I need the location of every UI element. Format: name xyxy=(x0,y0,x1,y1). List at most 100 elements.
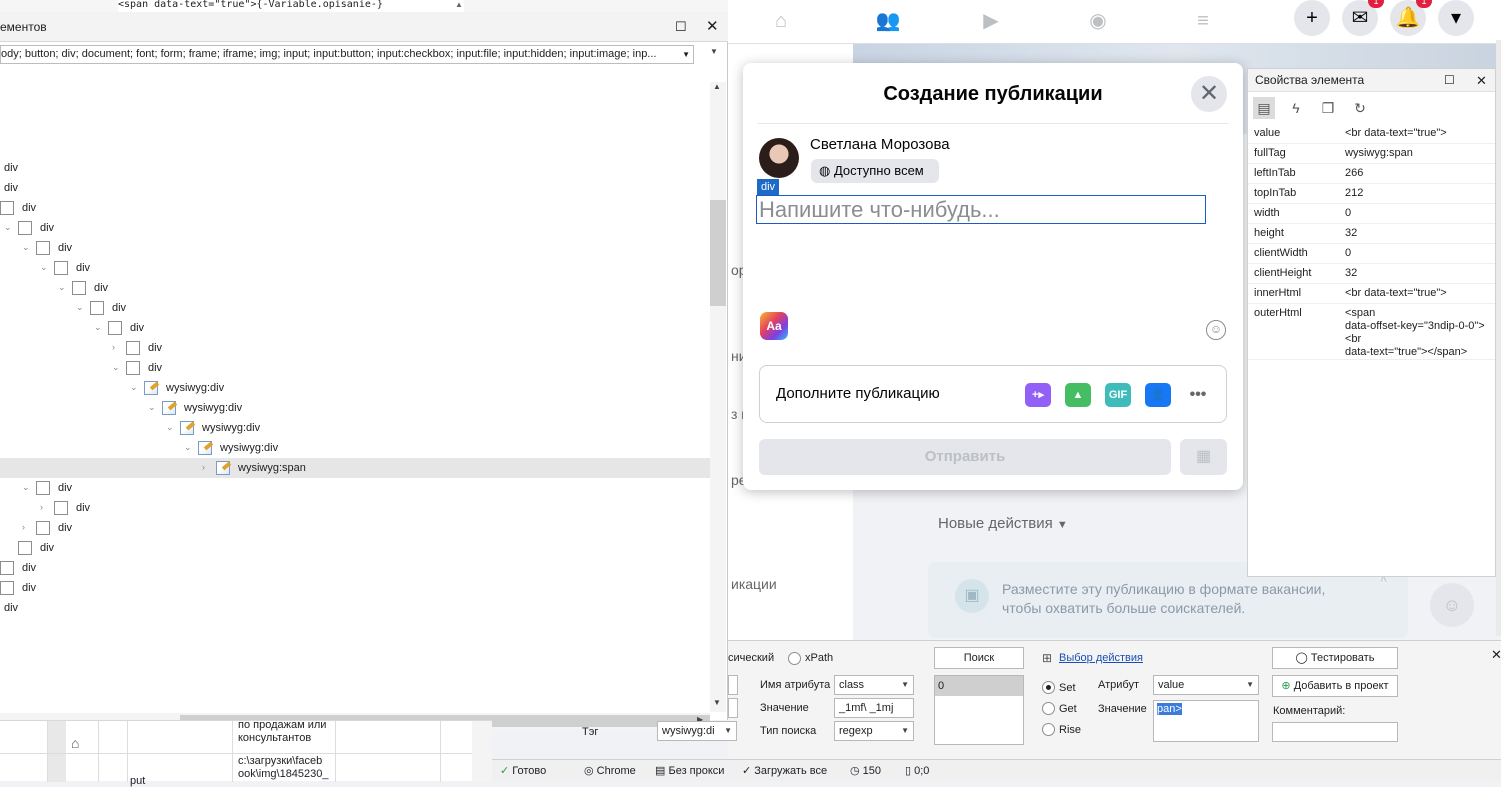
close-dialog-button[interactable]: ✕ xyxy=(1191,76,1227,112)
schedule-button[interactable]: ▦ xyxy=(1180,439,1227,475)
search-results-list[interactable]: 0 xyxy=(934,675,1024,745)
tag-select[interactable]: wysiwyg:di ▼ xyxy=(657,721,737,741)
properties-tab-icon[interactable]: ▤ xyxy=(1253,97,1275,119)
tree-node[interactable]: ⌄ wysiwyg:div xyxy=(0,438,710,458)
close-icon[interactable]: ✕ xyxy=(1491,647,1501,663)
maximize-icon[interactable]: ☐ xyxy=(675,12,687,42)
attr-name-select[interactable]: class ▼ xyxy=(834,675,914,695)
tree-node[interactable]: div xyxy=(0,198,710,218)
friends-icon[interactable]: 👥 xyxy=(873,6,903,36)
tree-node[interactable]: › div xyxy=(0,338,710,358)
refresh-icon[interactable]: ↻ xyxy=(1349,97,1371,119)
node-checkbox[interactable] xyxy=(54,261,68,275)
partial-select[interactable] xyxy=(728,675,738,695)
live-video-icon[interactable]: +▸ xyxy=(1025,383,1051,407)
post-text-input[interactable]: Напишите что-нибудь... xyxy=(756,195,1206,224)
search-button[interactable]: Поиск xyxy=(934,647,1024,669)
node-checkbox[interactable] xyxy=(36,241,50,255)
node-checkbox[interactable] xyxy=(126,361,140,375)
tree-node[interactable]: › div xyxy=(0,498,710,518)
expand-chevron-icon[interactable]: ⌄ xyxy=(94,323,102,332)
groups-icon[interactable]: ◉ xyxy=(1083,6,1113,36)
tree-vertical-scrollbar[interactable]: ▲ ▼ xyxy=(710,82,726,712)
tag-people-icon[interactable]: 👤 xyxy=(1145,383,1171,407)
watch-icon[interactable]: ▶ xyxy=(976,6,1006,36)
home-icon[interactable]: ⌂ xyxy=(766,6,796,36)
node-checkbox[interactable] xyxy=(198,441,212,455)
node-checkbox[interactable] xyxy=(216,461,230,475)
expand-chevron-icon[interactable]: ⌄ xyxy=(130,383,138,392)
audience-selector[interactable]: ◍ Доступно всем xyxy=(811,159,939,183)
node-checkbox[interactable] xyxy=(144,381,158,395)
tag-filter-select[interactable]: ody; button; div; document; font; form; … xyxy=(0,45,694,64)
tree-node[interactable]: ⌄ wysiwyg:div xyxy=(0,378,710,398)
expand-chevron-icon[interactable]: ⌄ xyxy=(148,403,156,412)
tree-node[interactable]: ⌄ div xyxy=(0,478,710,498)
grid-scrollbar[interactable] xyxy=(48,721,66,782)
photo-icon[interactable]: ▲ xyxy=(1065,383,1091,407)
value2-input[interactable]: pan> xyxy=(1153,700,1259,742)
collapsed-chevron-icon[interactable]: › xyxy=(202,463,210,472)
property-row[interactable]: innerHtml <br data-text="true"> xyxy=(1248,284,1495,304)
collapsed-chevron-icon[interactable]: › xyxy=(112,343,120,352)
property-row[interactable]: outerHtml <span data-offset-key="3ndip-0… xyxy=(1248,304,1495,360)
messenger-icon[interactable]: ✉ 1 xyxy=(1342,0,1384,36)
attribute-select[interactable]: value ▼ xyxy=(1153,675,1259,695)
scroll-up-icon[interactable]: ▲ xyxy=(455,0,465,10)
property-row[interactable]: width 0 xyxy=(1248,204,1495,224)
send-button[interactable]: Отправить xyxy=(759,439,1171,475)
get-radio[interactable] xyxy=(1042,702,1055,715)
node-checkbox[interactable] xyxy=(180,421,194,435)
text-background-button[interactable]: Aa xyxy=(760,312,788,340)
tree-node[interactable]: ⌄ div xyxy=(0,278,710,298)
expand-chevron-icon[interactable]: ⌄ xyxy=(40,263,48,272)
tree-node[interactable]: ⌄ wysiwyg:div xyxy=(0,398,710,418)
expand-chevron-icon[interactable]: ⌄ xyxy=(76,303,84,312)
tree-node[interactable]: div xyxy=(0,598,710,618)
result-item[interactable]: 0 xyxy=(935,676,1023,696)
set-radio[interactable] xyxy=(1042,681,1055,694)
chevron-down-icon[interactable]: ▼ xyxy=(710,47,718,56)
scroll-down-icon[interactable]: ▼ xyxy=(713,698,721,707)
scrollbar-thumb[interactable] xyxy=(710,200,726,306)
grid-scrollbar[interactable] xyxy=(472,721,492,782)
expand-chevron-icon[interactable]: ⌄ xyxy=(184,443,192,452)
gif-icon[interactable]: GIF xyxy=(1105,383,1131,407)
tree-node[interactable]: ⌄ div xyxy=(0,258,710,278)
close-icon[interactable]: ✕ xyxy=(1476,69,1487,92)
menu-icon[interactable]: ≡ xyxy=(1188,6,1218,36)
tree-node[interactable]: › wysiwyg:span xyxy=(0,458,710,478)
close-icon[interactable]: ✕ xyxy=(706,12,719,42)
timer-status[interactable]: ◷ 150 xyxy=(850,764,881,777)
tree-node[interactable]: ⌄ div xyxy=(0,318,710,338)
node-checkbox[interactable] xyxy=(72,281,86,295)
property-row[interactable]: topInTab 212 xyxy=(1248,184,1495,204)
browser-status[interactable]: ◎ Chrome xyxy=(584,764,636,777)
tree-node[interactable]: ⌄ div xyxy=(0,358,710,378)
tree-node[interactable]: ⌄ div xyxy=(0,298,710,318)
tree-node[interactable]: div xyxy=(0,158,710,178)
expand-chevron-icon[interactable]: ⌄ xyxy=(4,223,12,232)
node-checkbox[interactable] xyxy=(126,341,140,355)
node-checkbox[interactable] xyxy=(90,301,104,315)
expand-chevron-icon[interactable]: ⌄ xyxy=(166,423,174,432)
comment-input[interactable] xyxy=(1272,722,1398,742)
property-row[interactable]: clientHeight 32 xyxy=(1248,264,1495,284)
page-scrollbar[interactable] xyxy=(1496,40,1501,636)
tree-node[interactable]: div xyxy=(0,558,710,578)
expand-chevron-icon[interactable]: ⌄ xyxy=(58,283,66,292)
expand-chevron-icon[interactable]: ⌄ xyxy=(22,483,30,492)
account-menu-icon[interactable]: ▾ xyxy=(1438,0,1474,36)
expand-chevron-icon[interactable]: ⌄ xyxy=(112,363,120,372)
new-actions-dropdown[interactable]: Новые действия ▼ xyxy=(938,515,1068,532)
add-to-project-button[interactable]: ⊕ Добавить в проект xyxy=(1272,675,1398,697)
notifications-icon[interactable]: 🔔 1 xyxy=(1390,0,1432,36)
node-checkbox[interactable] xyxy=(18,221,32,235)
tree-node[interactable]: ⌄ div xyxy=(0,218,710,238)
scroll-up-icon[interactable]: ▲ xyxy=(713,82,721,91)
expand-chevron-icon[interactable]: ⌄ xyxy=(22,243,30,252)
tree-node[interactable]: ⌄ div xyxy=(0,238,710,258)
search-type-select[interactable]: regexp ▼ xyxy=(834,721,914,741)
people-icon[interactable]: ☺ xyxy=(1430,583,1474,627)
collapsed-chevron-icon[interactable]: › xyxy=(22,523,30,532)
